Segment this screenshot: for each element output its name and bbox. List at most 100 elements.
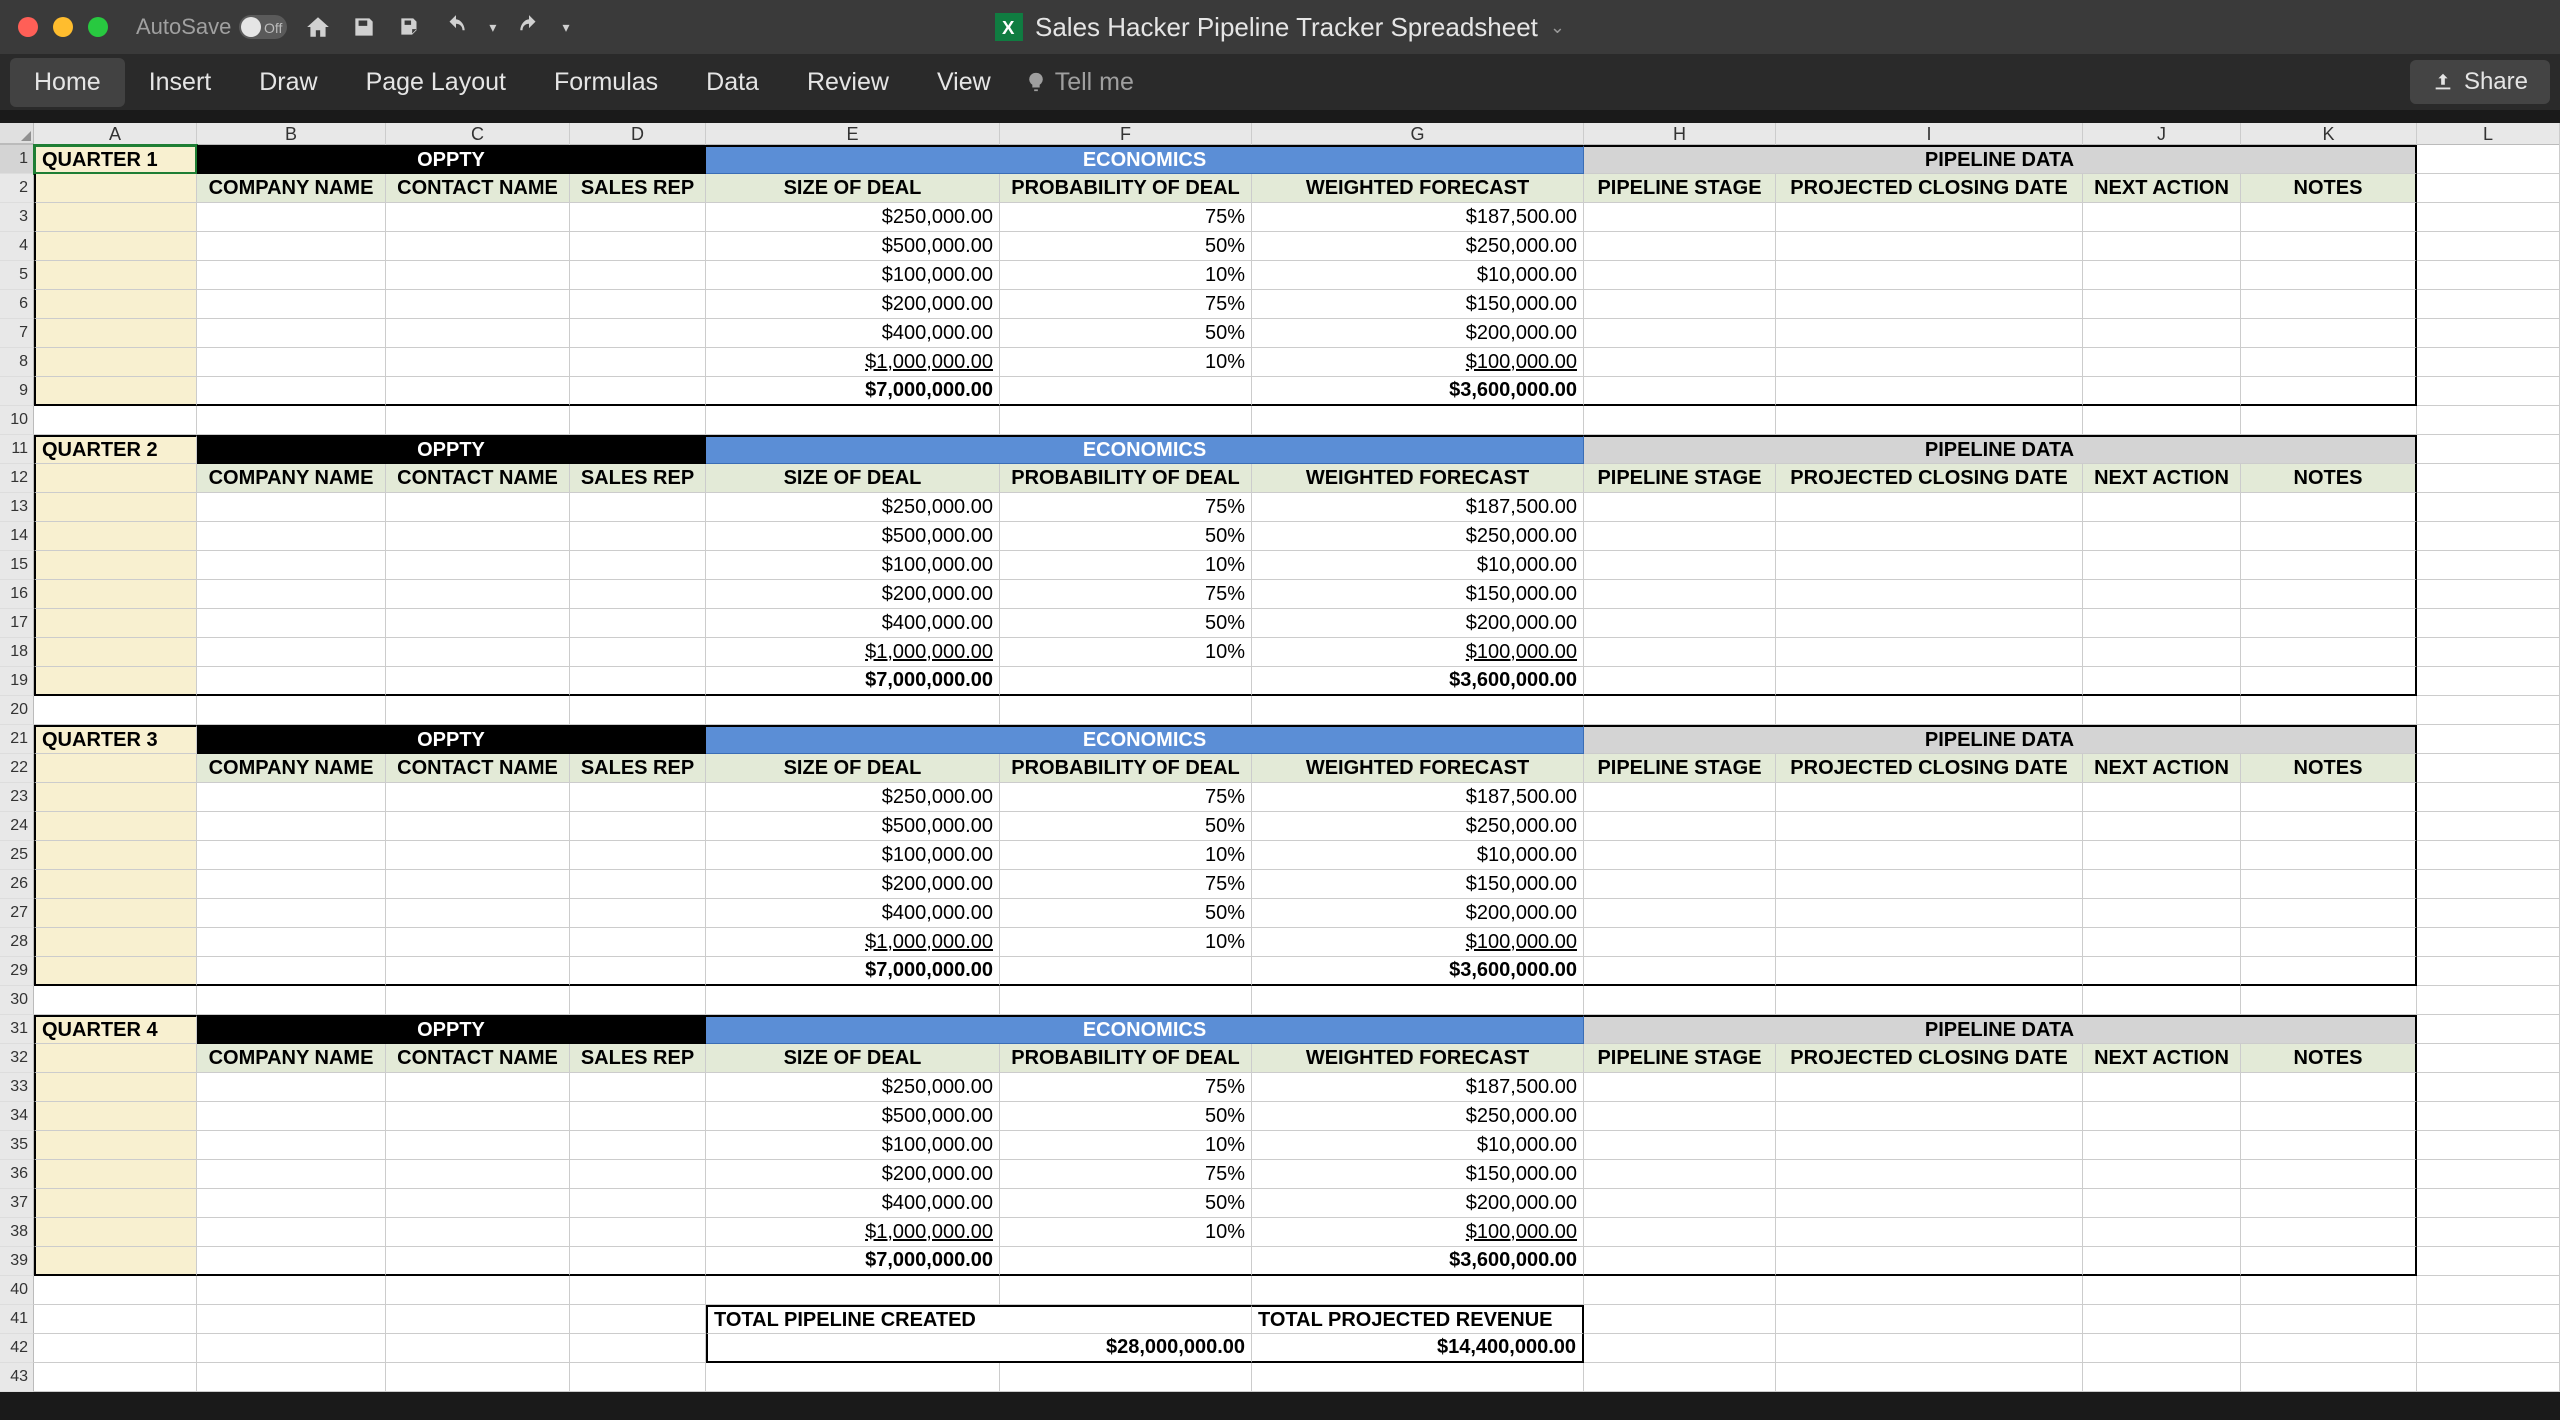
- cell[interactable]: [197, 812, 386, 841]
- cell[interactable]: [2241, 1334, 2417, 1363]
- cell[interactable]: $1,000,000.00: [706, 928, 1000, 957]
- cell[interactable]: [1584, 232, 1776, 261]
- cell[interactable]: [34, 957, 197, 986]
- tab-review[interactable]: Review: [783, 58, 913, 107]
- cell[interactable]: [34, 841, 197, 870]
- cell[interactable]: SALES REP: [570, 1044, 706, 1073]
- chevron-down-icon[interactable]: ⌄: [1550, 17, 1565, 38]
- cell[interactable]: [2083, 406, 2241, 435]
- cell[interactable]: COMPANY NAME: [197, 1044, 386, 1073]
- cell[interactable]: [34, 1160, 197, 1189]
- save-icon[interactable]: [351, 14, 377, 40]
- cell[interactable]: [1776, 870, 2083, 899]
- cell[interactable]: [197, 232, 386, 261]
- cell[interactable]: [1584, 1305, 1776, 1334]
- cell[interactable]: [2417, 1131, 2560, 1160]
- cell[interactable]: [386, 1102, 570, 1131]
- cell[interactable]: [197, 841, 386, 870]
- cell[interactable]: [570, 899, 706, 928]
- cell[interactable]: [2083, 1218, 2241, 1247]
- cell[interactable]: [2417, 638, 2560, 667]
- cell[interactable]: [1000, 986, 1252, 1015]
- row-header[interactable]: 25: [0, 841, 34, 870]
- cell[interactable]: [2417, 667, 2560, 696]
- cell[interactable]: ECONOMICS: [706, 435, 1584, 464]
- cell[interactable]: [2241, 812, 2417, 841]
- cell[interactable]: [1584, 1073, 1776, 1102]
- cell[interactable]: [386, 638, 570, 667]
- cell[interactable]: [2417, 522, 2560, 551]
- cell[interactable]: $10,000.00: [1252, 261, 1584, 290]
- cell[interactable]: [2241, 1073, 2417, 1102]
- cell[interactable]: [197, 1189, 386, 1218]
- row-header[interactable]: 17: [0, 609, 34, 638]
- cell[interactable]: SIZE OF DEAL: [706, 464, 1000, 493]
- cell[interactable]: [2083, 1073, 2241, 1102]
- cell[interactable]: NEXT ACTION: [2083, 1044, 2241, 1073]
- cell[interactable]: [570, 841, 706, 870]
- cell[interactable]: PIPELINE STAGE: [1584, 464, 1776, 493]
- cell[interactable]: [2241, 870, 2417, 899]
- cell[interactable]: [2083, 783, 2241, 812]
- cell[interactable]: [2083, 493, 2241, 522]
- cell[interactable]: WEIGHTED FORECAST: [1252, 1044, 1584, 1073]
- cell[interactable]: $250,000.00: [1252, 522, 1584, 551]
- cell[interactable]: [1776, 812, 2083, 841]
- cell[interactable]: $1,000,000.00: [706, 348, 1000, 377]
- cell[interactable]: [34, 1131, 197, 1160]
- cell[interactable]: [1776, 493, 2083, 522]
- cell[interactable]: [1584, 551, 1776, 580]
- save-as-icon[interactable]: [397, 14, 423, 40]
- tab-page-layout[interactable]: Page Layout: [342, 58, 530, 107]
- cell[interactable]: COMPANY NAME: [197, 754, 386, 783]
- cell[interactable]: 10%: [1000, 261, 1252, 290]
- cell[interactable]: [197, 551, 386, 580]
- cell[interactable]: [2241, 1305, 2417, 1334]
- row-header[interactable]: 23: [0, 783, 34, 812]
- row-header[interactable]: 30: [0, 986, 34, 1015]
- cell[interactable]: [1776, 203, 2083, 232]
- cell[interactable]: NOTES: [2241, 754, 2417, 783]
- cell[interactable]: [386, 1276, 570, 1305]
- cell[interactable]: [34, 667, 197, 696]
- cell[interactable]: $150,000.00: [1252, 580, 1584, 609]
- cell[interactable]: 50%: [1000, 609, 1252, 638]
- tab-data[interactable]: Data: [682, 58, 783, 107]
- cell[interactable]: [197, 1247, 386, 1276]
- cell[interactable]: $200,000.00: [706, 870, 1000, 899]
- cell[interactable]: $7,000,000.00: [706, 1247, 1000, 1276]
- cell[interactable]: [34, 812, 197, 841]
- cell[interactable]: [1776, 667, 2083, 696]
- row-header[interactable]: 14: [0, 522, 34, 551]
- cell[interactable]: $187,500.00: [1252, 1073, 1584, 1102]
- cell[interactable]: [386, 261, 570, 290]
- cell[interactable]: 50%: [1000, 319, 1252, 348]
- cell[interactable]: [1000, 1276, 1252, 1305]
- tell-me-search[interactable]: Tell me: [1025, 68, 1134, 97]
- cell[interactable]: [1584, 667, 1776, 696]
- cell[interactable]: [1584, 319, 1776, 348]
- cell[interactable]: [2417, 145, 2560, 174]
- cell[interactable]: [197, 1073, 386, 1102]
- cell[interactable]: 10%: [1000, 841, 1252, 870]
- cell[interactable]: PIPELINE DATA: [1584, 1015, 2417, 1044]
- cell[interactable]: 10%: [1000, 1218, 1252, 1247]
- cell[interactable]: [570, 1305, 706, 1334]
- cell[interactable]: [1252, 1363, 1584, 1392]
- cell[interactable]: $10,000.00: [1252, 551, 1584, 580]
- cell[interactable]: $400,000.00: [706, 1189, 1000, 1218]
- cell[interactable]: $200,000.00: [1252, 319, 1584, 348]
- cell[interactable]: [570, 1363, 706, 1392]
- cell[interactable]: ECONOMICS: [706, 1015, 1584, 1044]
- cell[interactable]: 10%: [1000, 551, 1252, 580]
- cell[interactable]: [1776, 1102, 2083, 1131]
- cell[interactable]: [2417, 754, 2560, 783]
- cell[interactable]: [1776, 377, 2083, 406]
- cell[interactable]: [2083, 232, 2241, 261]
- cell[interactable]: [2241, 899, 2417, 928]
- cell[interactable]: PIPELINE DATA: [1584, 435, 2417, 464]
- cell[interactable]: [570, 638, 706, 667]
- cell[interactable]: [1584, 1160, 1776, 1189]
- cell[interactable]: [1776, 1160, 2083, 1189]
- cell[interactable]: [386, 841, 570, 870]
